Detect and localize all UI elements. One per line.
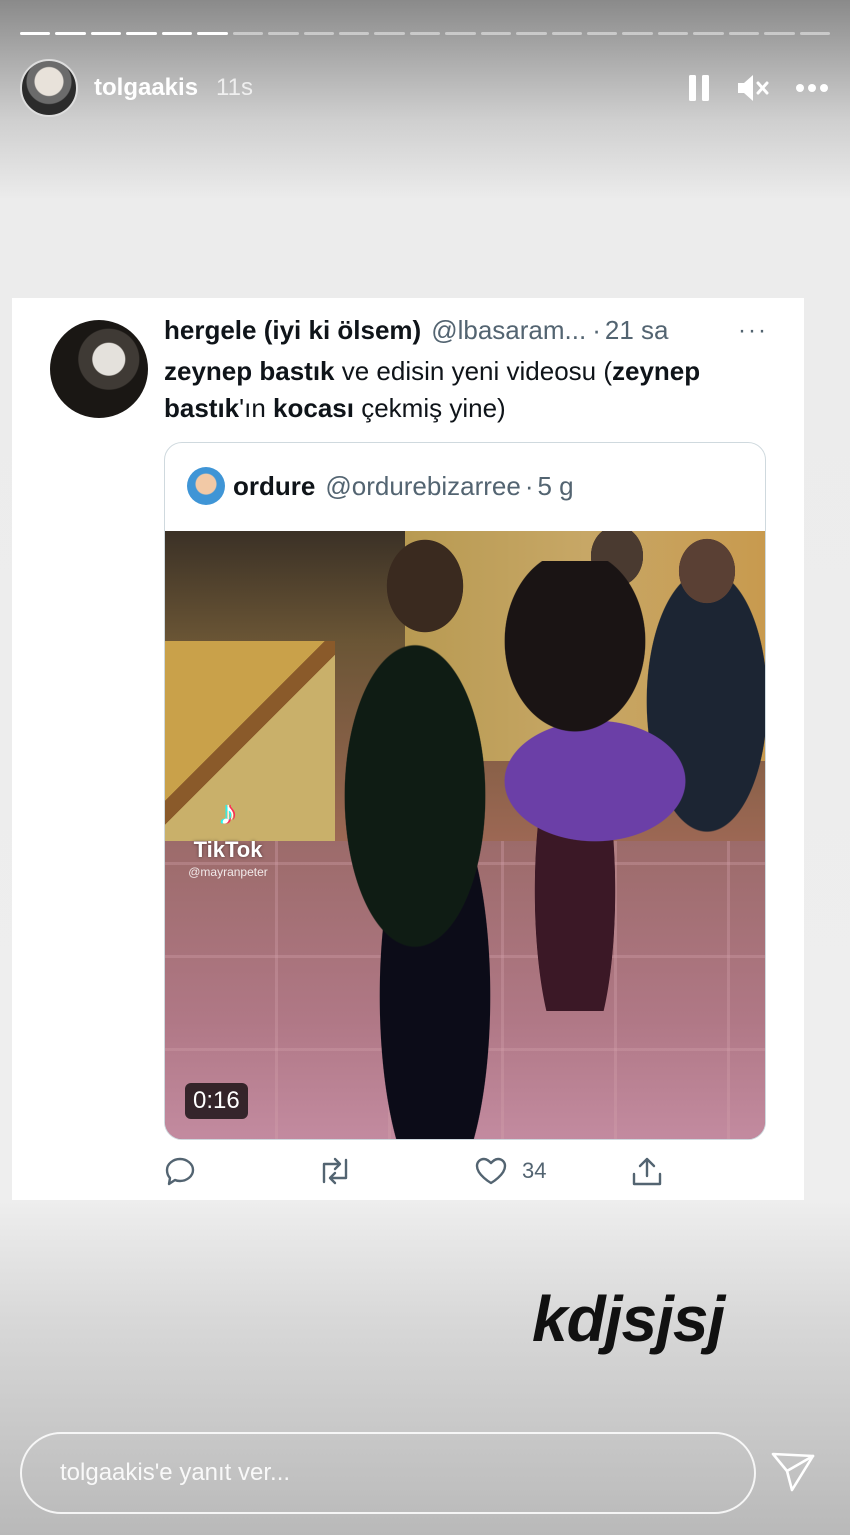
send-icon[interactable] — [770, 1448, 816, 1499]
progress-segment — [20, 32, 51, 35]
quoted-tweet-time: 5 g — [537, 470, 574, 501]
tweet-author-name[interactable]: hergele (iyi ki ölsem) — [164, 315, 421, 346]
progress-segment — [516, 32, 547, 35]
progress-segment — [268, 32, 299, 35]
progress-segment — [338, 32, 370, 35]
progress-segment — [303, 32, 334, 35]
progress-segment — [445, 32, 476, 35]
progress-segment — [55, 32, 86, 35]
progress-segment — [764, 32, 795, 35]
tweet-author-handle[interactable]: @lbasaram... — [431, 315, 586, 346]
quoted-author-avatar[interactable] — [187, 467, 225, 505]
tweet-text-bold: zeynep bastık — [164, 356, 335, 386]
separator-dot: · — [592, 315, 601, 345]
progress-segment — [728, 32, 760, 35]
progress-segment — [232, 32, 264, 35]
share-icon[interactable] — [630, 1156, 664, 1188]
username[interactable]: tolgaakis — [94, 74, 198, 102]
tweet-more-icon[interactable]: ··· — [738, 317, 768, 345]
video-player[interactable]: ♪ TikTok @mayranpeter 0:16 — [165, 531, 765, 1139]
progress-segment — [693, 32, 724, 35]
tweet-header: hergele (iyi ki ölsem) @lbasaram... · 21… — [164, 315, 768, 346]
tweet-actions: 34 — [164, 1156, 684, 1196]
tweet-card[interactable]: hergele (iyi ki ölsem) @lbasaram... · 21… — [12, 298, 804, 1200]
header-controls — [688, 73, 828, 103]
quoted-tweet-header: ordure @ordurebizarree · 5 g — [187, 467, 574, 505]
progress-segment — [161, 32, 193, 35]
video-duration-badge: 0:16 — [185, 1083, 248, 1119]
tweet-text-bold: kocası — [273, 393, 354, 423]
progress-segment — [799, 32, 831, 35]
quoted-author-handle[interactable]: @ordurebizarree — [325, 471, 520, 502]
video-frame-dancer — [485, 561, 725, 1011]
progress-segment — [551, 32, 582, 35]
tweet-time: 21 sa — [604, 315, 669, 345]
retweet-icon[interactable] — [316, 1156, 354, 1186]
tiktok-logo-icon: ♪ — [219, 794, 237, 832]
reply-box[interactable] — [20, 1432, 756, 1514]
heart-icon[interactable] — [474, 1156, 508, 1186]
share-action[interactable] — [630, 1156, 664, 1188]
progress-segment — [197, 32, 228, 35]
more-icon[interactable] — [796, 83, 828, 93]
progress-segment — [622, 32, 653, 35]
tweet-text-part: ve edisin yeni videosu ( — [334, 356, 612, 386]
story-time: 11s — [216, 74, 253, 101]
tiktok-watermark: ♪ TikTok @mayranpeter — [173, 793, 283, 879]
story-progress-bar — [20, 32, 831, 36]
tweet-author-avatar[interactable] — [50, 320, 148, 418]
like-action[interactable]: 34 — [474, 1156, 546, 1186]
like-count: 34 — [522, 1158, 547, 1183]
tweet-text-part: 'ın — [239, 393, 274, 423]
progress-segment — [480, 32, 512, 35]
tweet-text-part: çekmiş yine) — [353, 393, 506, 423]
progress-segment — [587, 32, 618, 35]
text-sticker: kdjsjsj — [532, 1283, 725, 1355]
pause-icon[interactable] — [688, 74, 710, 102]
separator-dot: · — [524, 470, 534, 501]
retweet-action[interactable] — [316, 1156, 354, 1186]
avatar[interactable] — [20, 59, 78, 117]
progress-segment — [126, 32, 157, 35]
tweet-text: zeynep bastık ve edisin yeni videosu (ze… — [164, 353, 774, 427]
progress-segment — [374, 32, 405, 35]
reply-action[interactable] — [164, 1156, 196, 1186]
tiktok-watermark-name: TikTok — [193, 837, 263, 862]
quoted-author-name[interactable]: ordure — [233, 471, 315, 502]
quoted-tweet[interactable]: ordure @ordurebizarree · 5 g ♪ TikTok @m… — [164, 442, 766, 1140]
progress-segment — [409, 32, 441, 35]
speaker-muted-icon[interactable] — [736, 73, 770, 103]
tiktok-watermark-user: @mayranpeter — [188, 865, 268, 879]
reply-input[interactable] — [60, 1459, 754, 1487]
progress-segment — [657, 32, 689, 35]
story-header: tolgaakis 11s — [20, 58, 828, 118]
progress-segment — [90, 32, 122, 35]
reply-icon[interactable] — [164, 1156, 196, 1186]
